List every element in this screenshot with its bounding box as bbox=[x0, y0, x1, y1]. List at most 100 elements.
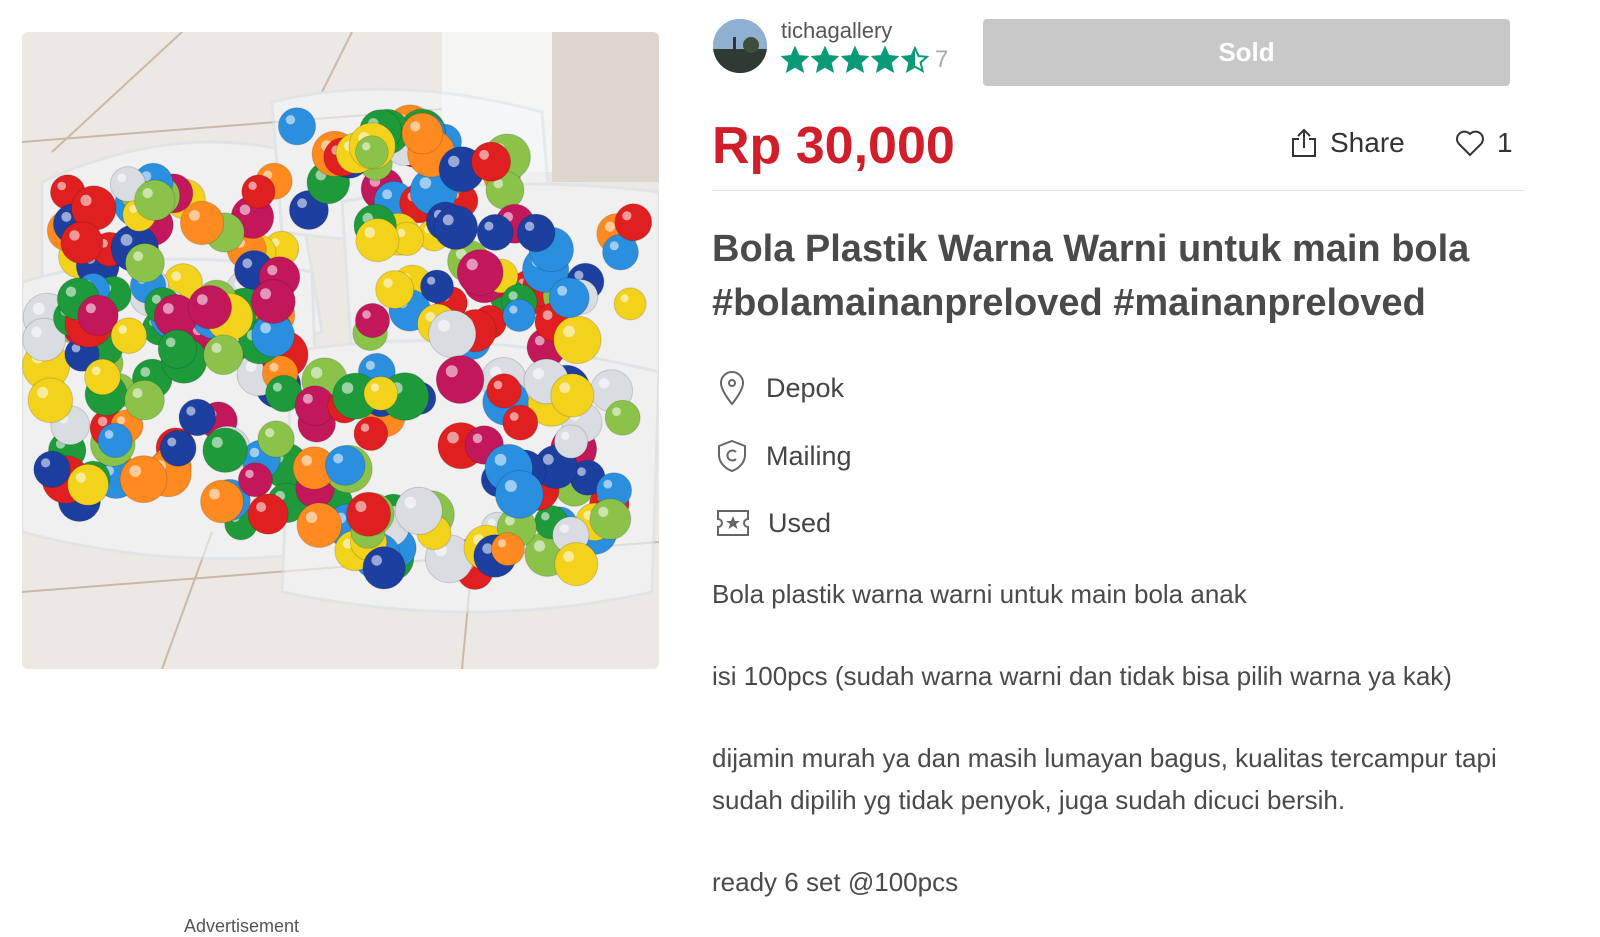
location-row: Depok bbox=[716, 370, 844, 406]
product-photo[interactable] bbox=[22, 32, 659, 669]
condition-text: Used bbox=[768, 507, 832, 538]
ball-highlight bbox=[542, 310, 553, 320]
ball bbox=[614, 203, 653, 242]
ball-highlight bbox=[362, 142, 371, 151]
ball bbox=[277, 107, 317, 146]
description-line: dijamin murah ya dan masih lumayan bagus… bbox=[712, 743, 1497, 815]
ball-highlight bbox=[509, 305, 518, 314]
ball-highlight bbox=[57, 181, 66, 191]
ball-highlight bbox=[360, 423, 370, 432]
review-count: 7 bbox=[935, 46, 949, 73]
like-count: 1 bbox=[1497, 127, 1513, 158]
like-button[interactable]: 1 bbox=[1455, 127, 1513, 159]
ball bbox=[516, 213, 556, 253]
ball-highlight bbox=[249, 447, 260, 458]
ball-highlight bbox=[419, 177, 432, 189]
location-text: Depok bbox=[766, 372, 845, 403]
ball-highlight bbox=[32, 302, 45, 315]
star-icon bbox=[871, 46, 899, 74]
ball-highlight bbox=[609, 241, 619, 251]
ball bbox=[550, 373, 595, 418]
ball-highlight bbox=[186, 406, 196, 416]
ball bbox=[202, 427, 248, 473]
ball-highlight bbox=[355, 501, 367, 512]
ball bbox=[476, 213, 514, 251]
seller-info[interactable]: tichagallery 7 bbox=[713, 18, 948, 74]
ball-highlight bbox=[196, 294, 208, 305]
ball bbox=[250, 279, 296, 324]
ball bbox=[187, 285, 233, 330]
ball-highlight bbox=[509, 412, 519, 421]
share-button[interactable]: Share bbox=[1290, 127, 1405, 159]
ball bbox=[428, 309, 477, 359]
ball bbox=[355, 135, 389, 169]
description-line: isi 100pcs (sudah warna warni dan tidak … bbox=[712, 661, 1452, 691]
ball-highlight bbox=[248, 181, 257, 190]
ball-highlight bbox=[242, 258, 253, 269]
ball-highlight bbox=[165, 337, 176, 348]
seller-rating: 7 bbox=[781, 46, 948, 74]
ticket-star-icon bbox=[717, 510, 749, 536]
ball-highlight bbox=[189, 210, 200, 221]
ball-highlight bbox=[563, 325, 575, 338]
ball-highlight bbox=[542, 454, 554, 465]
sold-button[interactable]: Sold bbox=[983, 19, 1510, 86]
ball-highlight bbox=[427, 276, 436, 285]
seller-avatar[interactable] bbox=[713, 19, 767, 73]
ball-highlight bbox=[494, 453, 507, 466]
ball-highlight bbox=[620, 294, 629, 303]
ball bbox=[375, 270, 415, 310]
star-icon bbox=[781, 46, 809, 74]
ball-highlight bbox=[533, 540, 546, 552]
ball-highlight bbox=[557, 285, 568, 296]
ball-highlight bbox=[260, 322, 271, 334]
ball-highlight bbox=[622, 211, 632, 221]
seller-username[interactable]: tichagallery bbox=[781, 18, 948, 44]
ball bbox=[97, 422, 133, 458]
ball-highlight bbox=[120, 234, 133, 246]
ball bbox=[553, 315, 602, 364]
price: Rp 30,000 bbox=[712, 117, 955, 175]
ball bbox=[60, 221, 104, 265]
ball-highlight bbox=[498, 539, 507, 548]
ball bbox=[589, 498, 632, 540]
ball-highlight bbox=[362, 310, 371, 319]
ball bbox=[67, 463, 110, 506]
ball bbox=[241, 174, 276, 209]
ball-highlight bbox=[333, 453, 344, 464]
ball-highlight bbox=[383, 278, 393, 288]
ball bbox=[470, 141, 512, 182]
ball bbox=[433, 205, 479, 250]
ball-highlight bbox=[341, 382, 354, 394]
ball bbox=[420, 269, 454, 304]
ball-highlight bbox=[561, 431, 570, 440]
ball-highlight bbox=[532, 368, 545, 380]
ball bbox=[456, 249, 504, 296]
ball-highlight bbox=[504, 480, 517, 492]
ball bbox=[490, 532, 525, 567]
ball-highlight bbox=[559, 524, 569, 534]
ball-highlight bbox=[598, 506, 609, 517]
ball-highlight bbox=[448, 155, 460, 168]
product-title: Bola Plastik Warna Warni untuk main bola… bbox=[712, 228, 1470, 324]
ball bbox=[84, 358, 121, 396]
ball-highlight bbox=[133, 251, 143, 262]
ball-highlight bbox=[612, 407, 621, 416]
ball bbox=[554, 541, 599, 587]
star-icon bbox=[901, 46, 929, 74]
ball bbox=[200, 479, 244, 524]
ball bbox=[362, 546, 406, 590]
ball bbox=[124, 243, 165, 283]
ball-highlight bbox=[209, 488, 220, 500]
ball bbox=[553, 424, 589, 459]
ball bbox=[110, 317, 148, 355]
ball-highlight bbox=[211, 436, 223, 448]
rating-stars bbox=[781, 46, 931, 74]
ball-highlight bbox=[604, 221, 616, 232]
ball-highlight bbox=[91, 366, 101, 376]
share-label: Share bbox=[1330, 127, 1405, 158]
ball-highlight bbox=[265, 428, 275, 438]
ball-highlight bbox=[69, 230, 80, 241]
ball bbox=[296, 502, 343, 549]
ball-highlight bbox=[410, 121, 421, 132]
